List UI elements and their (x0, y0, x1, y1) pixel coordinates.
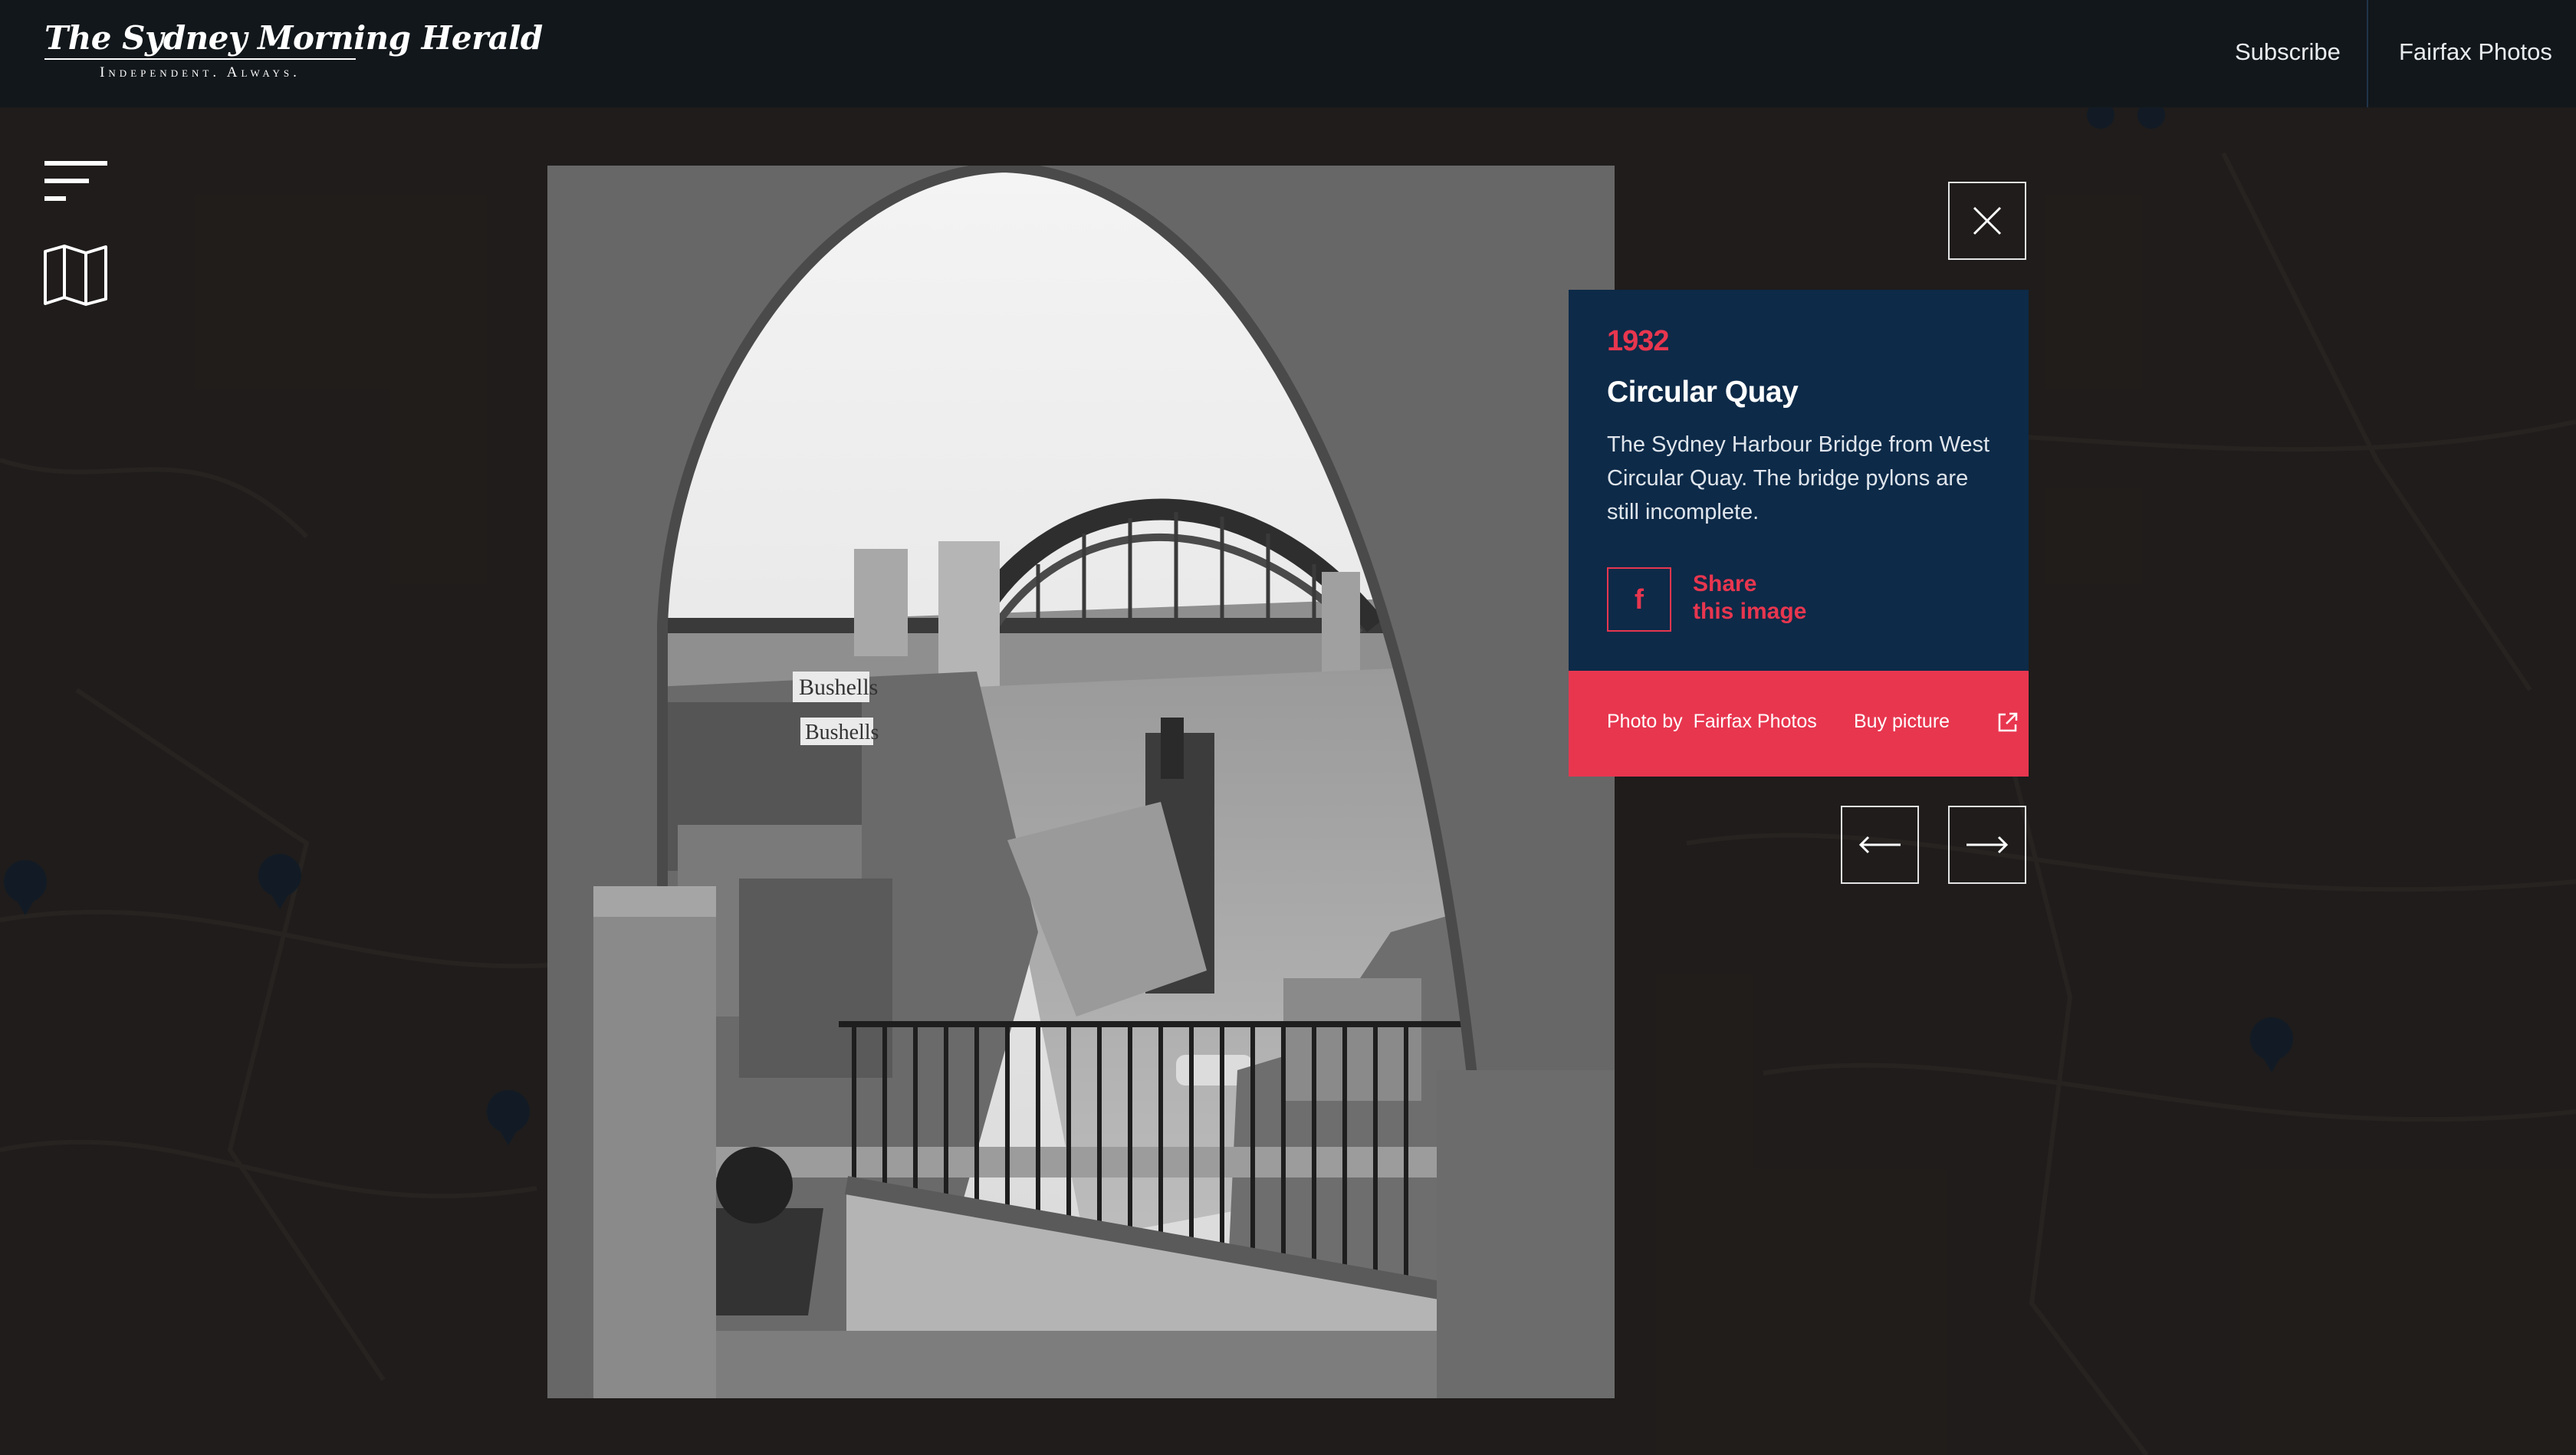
hamburger-menu-icon[interactable] (44, 159, 110, 205)
logo-tagline: Independent. Always. (100, 64, 301, 80)
buy-picture-link[interactable]: Buy picture (1854, 711, 1950, 733)
logo-title: The Sydney Morning Herald (44, 19, 543, 57)
folded-map-icon[interactable] (43, 244, 109, 307)
photo-title: Circular Quay (1607, 376, 1799, 409)
logo-rule (44, 58, 356, 60)
previous-photo-button[interactable] (1841, 806, 1919, 884)
photo-description: The Sydney Harbour Bridge from West Circ… (1607, 432, 1990, 524)
fairfax-photos-link[interactable]: Fairfax Photos (2399, 35, 2552, 69)
bushells-sign-2: Bushells (805, 721, 879, 744)
share-image-link[interactable]: Share this image (1693, 570, 1877, 626)
arrow-right-icon (1967, 836, 2009, 854)
photo-year: 1932 (1607, 325, 1670, 357)
facebook-icon: f (1635, 583, 1644, 615)
photo-info-card: 1932 Circular Quay The Sydney Harbour Br… (1569, 290, 2029, 671)
masthead-logo[interactable]: The Sydney Morning Herald Independent. A… (44, 19, 543, 87)
close-x-icon (1973, 206, 2002, 235)
share-label-line1: Share (1693, 571, 1757, 596)
facebook-share-button[interactable]: f (1607, 567, 1671, 632)
header-divider (2367, 0, 2368, 107)
external-link-icon[interactable] (1996, 711, 2019, 734)
close-button[interactable] (1948, 182, 2026, 260)
harbour-bridge-photo: Bushells Bushells (547, 166, 1615, 1398)
subscribe-link[interactable]: Subscribe (2235, 35, 2341, 69)
site-header: The Sydney Morning Herald Independent. A… (0, 0, 2576, 107)
photo-credit-bar: Photo by Fairfax Photos Buy picture (1569, 671, 2029, 777)
share-label-line2: this image (1693, 599, 1807, 624)
next-photo-button[interactable] (1948, 806, 2026, 884)
photo-credit: Photo by Fairfax Photos (1607, 711, 1817, 732)
arrow-left-icon (1858, 836, 1901, 854)
bushells-sign-1: Bushells (799, 675, 878, 700)
